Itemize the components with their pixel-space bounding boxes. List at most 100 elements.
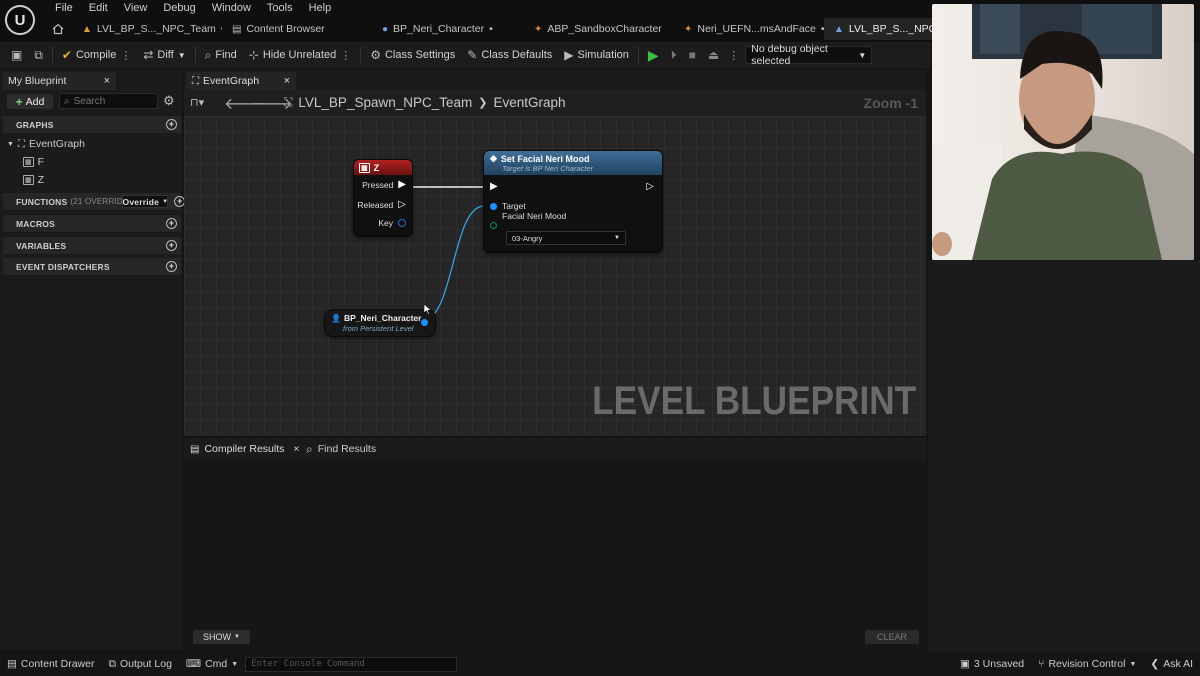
diff-icon: ⇄	[143, 48, 154, 62]
variables-section[interactable]: VARIABLES +	[3, 237, 181, 254]
tab-eventgraph[interactable]: ⛶ EventGraph ×	[186, 72, 296, 90]
functions-section[interactable]: FUNCTIONS (21 OVERRIDA Override ▼ +	[3, 193, 186, 210]
unreal-logo-icon[interactable]: U	[5, 5, 35, 35]
unsaved-button[interactable]: ▣ 3 Unsaved	[953, 658, 1031, 670]
tab-content-browser[interactable]: ▤ Content Browser	[222, 18, 372, 40]
tree-item-eventgraph[interactable]: ▼ ⛶ EventGraph	[7, 138, 85, 150]
revision-control-button[interactable]: ⑂ Revision Control ▼	[1031, 658, 1143, 670]
diff-button[interactable]: ⇄ Diff ▼	[140, 48, 188, 62]
set-facial-neri-mood-node[interactable]: ◆ Set Facial Neri Mood Target is BP Neri…	[484, 151, 662, 252]
stop-button[interactable]: ■	[686, 48, 699, 62]
mood-enum-dropdown[interactable]: 03-Angry ▼	[506, 231, 626, 245]
cmd-dropdown[interactable]: ⌨ Cmd ▼	[179, 658, 245, 670]
graph-tab-bar: ⛶ EventGraph ×	[184, 70, 926, 90]
settings-gear-icon[interactable]: ⚙	[163, 93, 175, 109]
add-button[interactable]: + Add	[7, 94, 53, 109]
find-results-tab[interactable]: ⌕ Find Results	[302, 439, 380, 459]
tab-label: LVL_BP_S..._NPC_Te	[848, 23, 934, 35]
breadcrumb-root[interactable]: LVL_BP_Spawn_NPC_Team	[298, 95, 472, 110]
facial-mood-pin[interactable]: Facial Neri Mood	[490, 211, 566, 230]
home-tab[interactable]	[44, 18, 72, 40]
tab-label: Neri_UEFN...msAndFace	[697, 23, 816, 35]
released-pin[interactable]: Released ▷	[357, 199, 406, 210]
options-icon[interactable]: ⋮	[340, 49, 351, 62]
console-command-input[interactable]: Enter Console Command	[245, 656, 458, 672]
node-header: ◆ Set Facial Neri Mood Target is BP Neri…	[484, 151, 662, 175]
compile-options-icon[interactable]: ⋮	[120, 49, 131, 62]
bookmark-icon[interactable]: ⊓▾	[190, 96, 204, 109]
exec-in-pin-icon[interactable]: ▶	[490, 181, 498, 192]
find-button[interactable]: ⌕ Find	[202, 48, 240, 63]
override-label: Override	[122, 196, 160, 207]
target-pin[interactable]: Target	[490, 201, 526, 211]
graphs-section[interactable]: GRAPHS +	[3, 116, 181, 133]
pin-label: Key	[378, 218, 393, 228]
step-button[interactable]: ⏵	[668, 48, 680, 63]
menu-edit[interactable]: Edit	[81, 0, 116, 17]
debug-object-select[interactable]: No debug object selected ▼	[745, 43, 873, 67]
compile-status-icon: ✔	[61, 48, 72, 62]
browse-button[interactable]: ⧉	[31, 48, 46, 63]
tree-item-z[interactable]: ▦ Z	[23, 174, 44, 186]
simulation-icon: ▶	[564, 48, 574, 62]
close-icon[interactable]: ×	[104, 75, 110, 87]
search-icon: ⌕	[204, 47, 212, 62]
menu-view[interactable]: View	[116, 0, 156, 17]
chevron-down-icon: ▼	[177, 50, 186, 60]
document-tabs: ▲ LVL_BP_S..._NPC_Team • ▤ Content Brows…	[44, 18, 934, 40]
tab-label: ABP_SandboxCharacter	[547, 23, 662, 35]
pressed-pin[interactable]: Pressed ▶	[362, 179, 406, 190]
compiler-results-tab[interactable]: ▤ Compiler Results ×	[186, 439, 304, 459]
breadcrumb-current[interactable]: EventGraph	[493, 95, 565, 110]
clear-button[interactable]: CLEAR	[865, 630, 919, 644]
content-drawer-button[interactable]: ▤ Content Drawer	[0, 658, 101, 670]
graphs-header: GRAPHS	[16, 119, 54, 130]
level-icon: ▲	[834, 23, 844, 35]
tree-item-f[interactable]: ▦ F	[23, 156, 44, 168]
key-event-node[interactable]: ▦ Z Pressed ▶ Released ▷ Key	[354, 160, 412, 236]
simulation-label: Simulation	[577, 49, 629, 61]
actor-reference-node[interactable]: 👤 BP_Neri_Character from Persistent Leve…	[325, 310, 435, 336]
macros-section[interactable]: MACROS +	[3, 215, 181, 232]
add-event-dispatcher-icon[interactable]: +	[166, 261, 177, 272]
hide-unrelated-button[interactable]: ⊹ Hide Unrelated ⋮	[246, 48, 354, 62]
ask-ai-button[interactable]: ❮ Ask AI	[1143, 658, 1200, 670]
class-defaults-button[interactable]: ✎ Class Defaults	[464, 48, 555, 62]
play-options-icon[interactable]: ⋮	[728, 49, 739, 62]
key-pin[interactable]: Key	[378, 218, 406, 228]
exec-out-pin-icon[interactable]: ▷	[646, 181, 654, 192]
compile-button[interactable]: ✔ Compile ⋮	[59, 48, 134, 62]
override-dropdown[interactable]: Override ▼	[122, 195, 169, 208]
event-dispatchers-section[interactable]: EVENT DISPATCHERS +	[3, 258, 181, 275]
menu-window[interactable]: Window	[204, 0, 259, 17]
object-out-pin-icon[interactable]	[421, 319, 428, 326]
menu-tools[interactable]: Tools	[259, 0, 301, 17]
tab-abp-sandbox[interactable]: ✦ ABP_SandboxCharacter	[524, 18, 674, 40]
my-blueprint-tab[interactable]: My Blueprint ×	[2, 72, 116, 90]
menu-file[interactable]: File	[47, 0, 81, 17]
play-button[interactable]: ▶	[645, 47, 662, 64]
ask-ai-label: Ask AI	[1163, 658, 1193, 670]
separator	[360, 47, 362, 63]
menu-help[interactable]: Help	[301, 0, 340, 17]
show-button[interactable]: SHOW ▼	[193, 630, 250, 644]
save-button[interactable]: ▣	[8, 48, 25, 62]
add-macro-icon[interactable]: +	[166, 218, 177, 229]
add-variable-icon[interactable]: +	[166, 240, 177, 251]
eject-button[interactable]: ⏏	[705, 48, 722, 62]
search-input[interactable]: ⌕ Search	[59, 93, 158, 109]
close-icon[interactable]: ×	[284, 75, 290, 87]
output-log-button[interactable]: ⧉ Output Log	[101, 658, 178, 671]
tab-bp-neri-character[interactable]: ● BP_Neri_Character •	[372, 18, 524, 40]
class-settings-button[interactable]: ⚙ Class Settings	[367, 48, 458, 62]
search-placeholder: Search	[73, 95, 106, 107]
tab-level-blueprint-active[interactable]: ▲ LVL_BP_S..._NPC_Te	[824, 18, 934, 40]
close-icon[interactable]: ×	[293, 443, 299, 455]
add-graph-icon[interactable]: +	[166, 119, 177, 130]
tab-level-blueprint-1[interactable]: ▲ LVL_BP_S..._NPC_Team •	[72, 18, 222, 40]
graph-canvas[interactable]: ▦ Z Pressed ▶ Released ▷ Key ◆ Set Facia…	[184, 116, 926, 436]
simulation-button[interactable]: ▶ Simulation	[561, 48, 632, 62]
tab-neri-uefn[interactable]: ✦ Neri_UEFN...msAndFace •	[674, 18, 824, 40]
event-graph-editor[interactable]: ⛶ EventGraph × ⊓▾ 🡐 🡒 ⛶ LVL_BP_Spawn_NPC…	[184, 70, 926, 436]
menu-debug[interactable]: Debug	[155, 0, 203, 17]
